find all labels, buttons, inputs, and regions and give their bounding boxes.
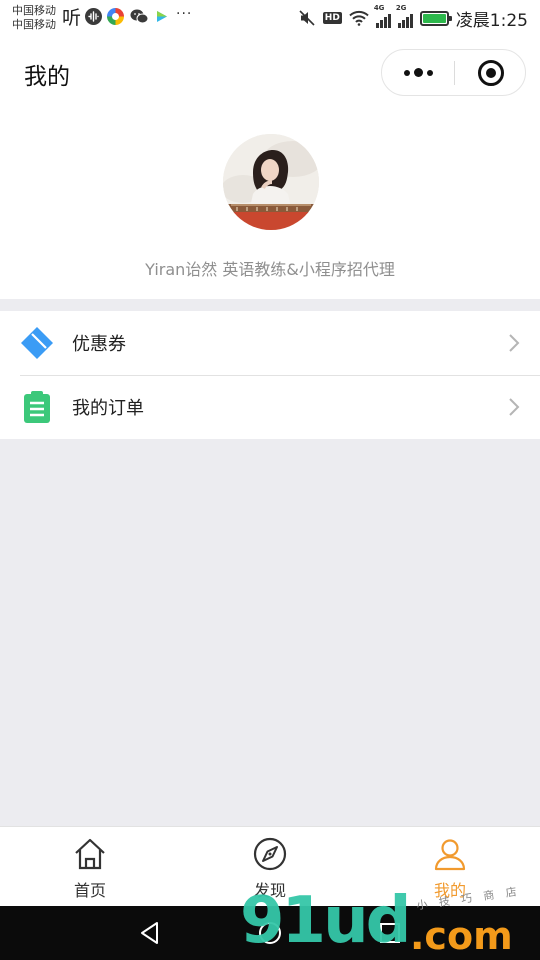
system-navigation-bar [0, 906, 540, 960]
status-bar: 中国移动 中国移动 听 ··· HD 4G 2G 凌晨1:25 [0, 0, 540, 38]
capsule-divider [454, 61, 455, 85]
mini-program-capsule [381, 49, 526, 96]
avatar[interactable] [223, 134, 319, 230]
voice-icon [85, 8, 102, 25]
username: Yiran诒然 英语教练&小程序招代理 [145, 260, 395, 279]
bottom-tab-bar: 首页 发现 我的 [0, 826, 540, 906]
title-bar: 我的 [0, 38, 540, 110]
back-icon[interactable] [137, 920, 163, 946]
tab-me[interactable]: 我的 [360, 827, 540, 907]
order-clipboard-icon [24, 391, 50, 423]
pinwheel-icon [107, 8, 124, 25]
network-label-2: 2G [395, 4, 407, 12]
chevron-right-icon [509, 398, 520, 416]
menu-item-label: 优惠券 [72, 334, 126, 355]
signal-1: 4G [374, 4, 391, 28]
carrier-2: 中国移动 [12, 18, 56, 31]
page-title: 我的 [24, 64, 70, 90]
clock: 凌晨1:25 [455, 10, 528, 31]
compass-icon [253, 837, 287, 871]
wechat-icon [130, 8, 149, 25]
menu-item-coupons[interactable]: 优惠券 [0, 311, 540, 375]
status-indicators: HD 4G 2G 凌晨1:25 [298, 4, 528, 31]
profile-card: Yiran诒然 英语教练&小程序招代理 [0, 110, 540, 299]
home-icon [75, 838, 105, 870]
recent-apps-icon[interactable] [377, 920, 403, 946]
more-menu-button[interactable] [382, 50, 454, 95]
carrier-labels: 中国移动 中国移动 [12, 4, 56, 32]
close-mini-program-button[interactable] [478, 60, 504, 86]
coupon-icon [21, 327, 53, 359]
tab-home[interactable]: 首页 [0, 827, 180, 907]
user-icon [434, 839, 466, 871]
network-label-1: 4G [373, 4, 385, 12]
wifi-icon [349, 10, 369, 26]
menu-item-label: 我的订单 [72, 398, 144, 419]
tab-discover[interactable]: 发现 [180, 827, 360, 907]
chevron-right-icon [509, 334, 520, 352]
ting-app-icon: 听 [62, 7, 82, 29]
battery-icon [419, 10, 452, 26]
mute-icon [299, 10, 315, 26]
battery-level [422, 13, 446, 23]
tab-label: 首页 [73, 881, 106, 900]
menu-item-my-orders[interactable]: 我的订单 [0, 375, 540, 439]
carrier-1: 中国移动 [12, 4, 56, 17]
home-circle-icon[interactable] [257, 920, 283, 946]
signal-2: 2G [396, 4, 413, 28]
tab-label: 我的 [433, 881, 466, 900]
more-notifications-icon: ··· [176, 6, 193, 22]
hd-badge: HD [322, 12, 342, 24]
tab-label: 发现 [253, 881, 286, 900]
video-play-icon [153, 8, 170, 25]
menu-list: 优惠券 我的订单 [0, 311, 540, 439]
